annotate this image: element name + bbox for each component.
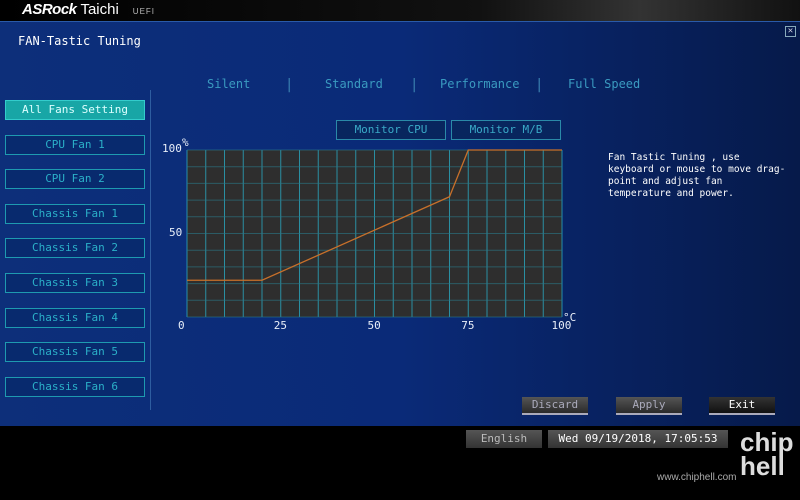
x-axis-label: °C xyxy=(563,311,577,324)
y-tick-label: 50 xyxy=(169,225,183,239)
language-button[interactable]: English xyxy=(466,430,542,448)
x-tick-label: 75 xyxy=(461,319,475,332)
watermark-text: www.chiphell.com xyxy=(657,472,737,483)
x-tick-label: 25 xyxy=(273,319,287,332)
y-origin-label: 0 xyxy=(178,319,185,332)
datetime: Wed 09/19/2018, 17:05:53 xyxy=(548,430,728,448)
watermark-logo: chip hell xyxy=(740,427,794,481)
y-tick-label: 100 xyxy=(162,142,182,155)
x-tick-label: 50 xyxy=(367,319,381,332)
y-axis-label: % xyxy=(182,136,189,149)
fan-curve-chart[interactable] xyxy=(0,0,800,500)
footer-bar: English Wed 09/19/2018, 17:05:53 xyxy=(0,426,800,500)
